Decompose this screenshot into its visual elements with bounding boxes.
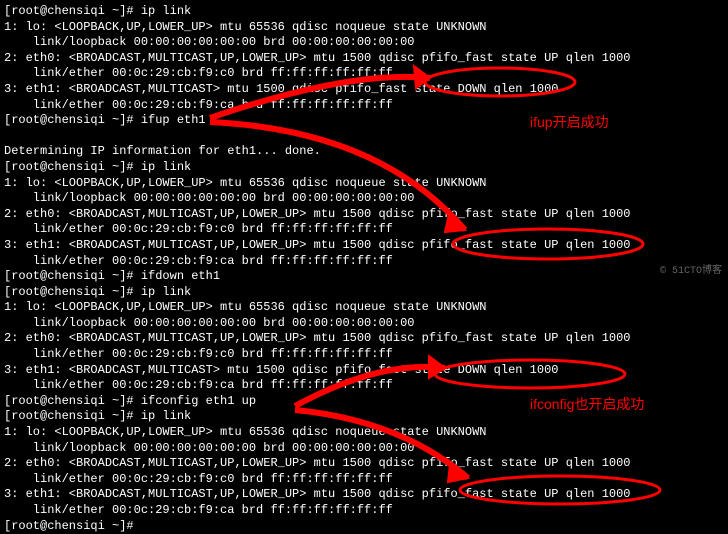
terminal-line: [root@chensiqi ~]# ifdown eth1: [4, 269, 724, 285]
terminal-line: link/ether 00:0c:29:cb:f9:ca brd ff:ff:f…: [4, 98, 724, 114]
terminal-line: Determining IP information for eth1... d…: [4, 144, 724, 160]
terminal-line: [root@chensiqi ~]# ip link: [4, 285, 724, 301]
terminal-line: 1: lo: <LOOPBACK,UP,LOWER_UP> mtu 65536 …: [4, 20, 724, 36]
terminal-line: [root@chensiqi ~]# ip link: [4, 4, 724, 20]
terminal-line: 1: lo: <LOOPBACK,UP,LOWER_UP> mtu 65536 …: [4, 300, 724, 316]
terminal-line: [root@chensiqi ~]# ifup eth1: [4, 113, 724, 129]
terminal-line: 3: eth1: <BROADCAST,MULTICAST> mtu 1500 …: [4, 363, 724, 379]
terminal-line: [root@chensiqi ~]#: [4, 519, 724, 534]
terminal-line: 3: eth1: <BROADCAST,MULTICAST,UP,LOWER_U…: [4, 238, 724, 254]
terminal-line: link/ether 00:0c:29:cb:f9:c0 brd ff:ff:f…: [4, 66, 724, 82]
terminal-line: link/ether 00:0c:29:cb:f9:c0 brd ff:ff:f…: [4, 347, 724, 363]
terminal-line: 2: eth0: <BROADCAST,MULTICAST,UP,LOWER_U…: [4, 331, 724, 347]
annotation-ifconfig: ifconfig也开启成功: [530, 395, 644, 413]
terminal-line: 2: eth0: <BROADCAST,MULTICAST,UP,LOWER_U…: [4, 51, 724, 67]
terminal-line: link/loopback 00:00:00:00:00:00 brd 00:0…: [4, 191, 724, 207]
terminal-line: 1: lo: <LOOPBACK,UP,LOWER_UP> mtu 65536 …: [4, 425, 724, 441]
terminal-line: link/loopback 00:00:00:00:00:00 brd 00:0…: [4, 316, 724, 332]
terminal-line: 2: eth0: <BROADCAST,MULTICAST,UP,LOWER_U…: [4, 207, 724, 223]
watermark: © 51CTO博客: [660, 265, 722, 278]
terminal-line: [root@chensiqi ~]# ip link: [4, 160, 724, 176]
terminal-line: 3: eth1: <BROADCAST,MULTICAST,UP,LOWER_U…: [4, 487, 724, 503]
terminal-line: link/ether 00:0c:29:cb:f9:c0 brd ff:ff:f…: [4, 472, 724, 488]
terminal-line: link/loopback 00:00:00:00:00:00 brd 00:0…: [4, 441, 724, 457]
terminal-line: [4, 129, 724, 145]
terminal-line: link/ether 00:0c:29:cb:f9:c0 brd ff:ff:f…: [4, 222, 724, 238]
terminal-line: link/ether 00:0c:29:cb:f9:ca brd ff:ff:f…: [4, 503, 724, 519]
terminal-line: link/ether 00:0c:29:cb:f9:ca brd ff:ff:f…: [4, 378, 724, 394]
terminal-line: link/loopback 00:00:00:00:00:00 brd 00:0…: [4, 35, 724, 51]
terminal-line: 3: eth1: <BROADCAST,MULTICAST> mtu 1500 …: [4, 82, 724, 98]
annotation-ifup: ifup开启成功: [530, 113, 609, 131]
terminal-line: link/ether 00:0c:29:cb:f9:ca brd ff:ff:f…: [4, 254, 724, 270]
terminal-output: [root@chensiqi ~]# ip link1: lo: <LOOPBA…: [4, 4, 724, 534]
terminal-line: 1: lo: <LOOPBACK,UP,LOWER_UP> mtu 65536 …: [4, 176, 724, 192]
terminal-line: 2: eth0: <BROADCAST,MULTICAST,UP,LOWER_U…: [4, 456, 724, 472]
